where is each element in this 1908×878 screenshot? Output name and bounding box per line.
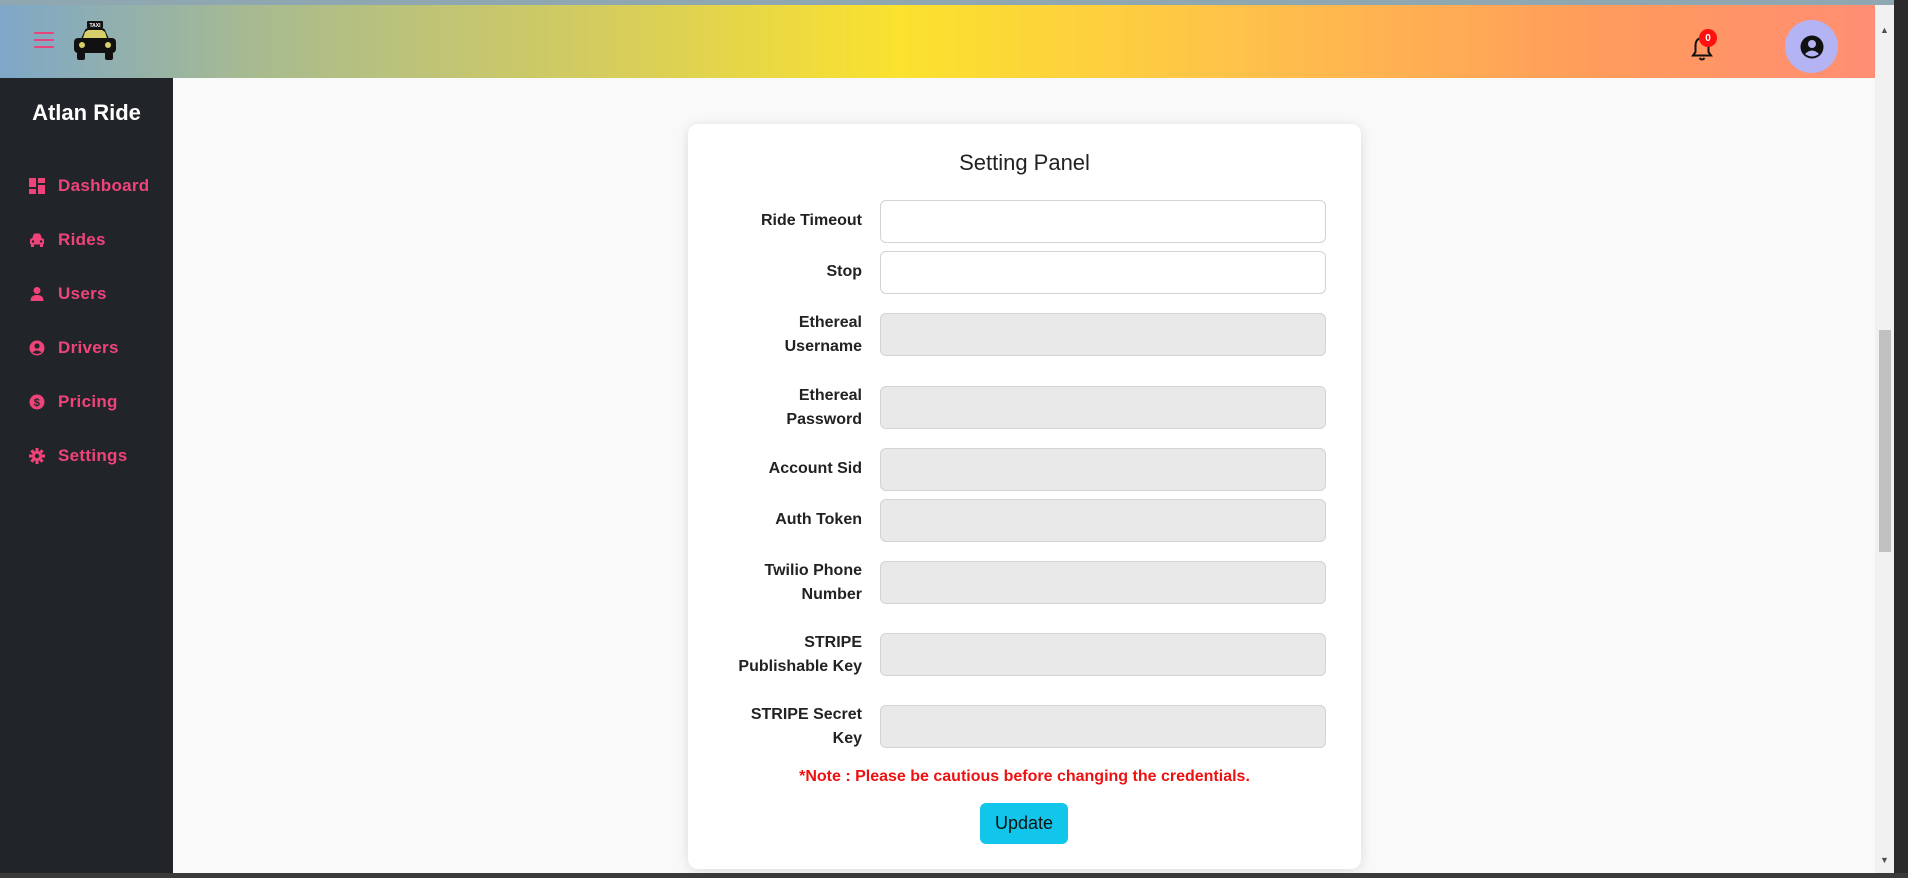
user-circle-icon: [1800, 35, 1823, 58]
brand-title: Atlan Ride: [32, 100, 141, 125]
auth-token-input[interactable]: [880, 499, 1326, 542]
twilio-phone-input[interactable]: [880, 561, 1326, 604]
sidebar-item-label: Pricing: [58, 392, 118, 411]
stripe-publishable-input[interactable]: [880, 633, 1326, 676]
hamburger-menu-icon[interactable]: [34, 32, 54, 48]
svg-text:$: $: [34, 397, 40, 409]
sidebar-item-label: Rides: [58, 230, 106, 249]
stripe-secret-label: STRIPE Secret Key: [750, 706, 862, 747]
ethereal-username-label: Ethereal Username: [784, 314, 862, 355]
page-title: Setting Panel: [959, 150, 1090, 175]
sidebar: Atlan Ride Dashboard Rides Users Drivers: [0, 78, 173, 878]
window-right-edge: [1894, 0, 1908, 878]
user-icon: [28, 285, 46, 303]
sidebar-item-pricing[interactable]: $ Pricing: [28, 388, 118, 416]
page-scrollbar[interactable]: ▲ ▼: [1875, 5, 1894, 873]
settings-card: Setting Panel Ride Timeout Stop Ethereal…: [688, 124, 1361, 869]
stripe-publishable-label: STRIPE Publishable Key: [738, 634, 862, 675]
sidebar-item-drivers[interactable]: Drivers: [28, 334, 119, 362]
notification-count-badge: 0: [1699, 29, 1717, 47]
dollar-circle-icon: $: [28, 393, 46, 411]
sidebar-item-label: Users: [58, 284, 107, 303]
taxi-icon: TAXI: [74, 21, 116, 60]
update-button[interactable]: Update: [980, 803, 1068, 844]
sidebar-item-label: Settings: [58, 446, 128, 465]
account-sid-input[interactable]: [880, 448, 1326, 491]
user-circle-icon: [28, 339, 46, 357]
ride-timeout-label: Ride Timeout: [760, 212, 862, 229]
twilio-phone-label: Twilio Phone Number: [764, 562, 862, 603]
stop-input[interactable]: [880, 251, 1326, 294]
ethereal-password-input[interactable]: [880, 386, 1326, 429]
auth-token-label: Auth Token: [775, 511, 862, 528]
gear-icon: [28, 447, 46, 465]
credentials-warning-note: *Note : Please be cautious before changi…: [799, 768, 1250, 785]
scroll-up-arrow-icon[interactable]: ▲: [1875, 25, 1894, 41]
stripe-secret-input[interactable]: [880, 705, 1326, 748]
car-icon: [28, 231, 46, 249]
stop-label: Stop: [826, 263, 862, 280]
sidebar-item-label: Drivers: [58, 338, 119, 357]
account-sid-label: Account Sid: [768, 460, 862, 477]
sidebar-item-users[interactable]: Users: [28, 280, 107, 308]
top-navbar: TAXI 0: [0, 5, 1875, 78]
browser-window: TAXI 0 Atlan Ride Dashboard Rides Users …: [0, 0, 1908, 878]
ethereal-username-input[interactable]: [880, 313, 1326, 356]
window-bottom-edge: [0, 873, 1908, 878]
sidebar-item-label: Dashboard: [58, 176, 150, 195]
user-avatar[interactable]: [1785, 20, 1838, 73]
sidebar-item-dashboard[interactable]: Dashboard: [28, 172, 150, 200]
sidebar-item-settings[interactable]: Settings: [28, 442, 127, 470]
ride-timeout-input[interactable]: [880, 200, 1326, 243]
scrollbar-thumb[interactable]: [1879, 330, 1891, 552]
sidebar-item-rides[interactable]: Rides: [28, 226, 106, 254]
dashboard-icon: [28, 177, 46, 195]
ethereal-password-label: Ethereal Password: [786, 387, 862, 428]
scroll-down-arrow-icon[interactable]: ▼: [1875, 855, 1894, 871]
